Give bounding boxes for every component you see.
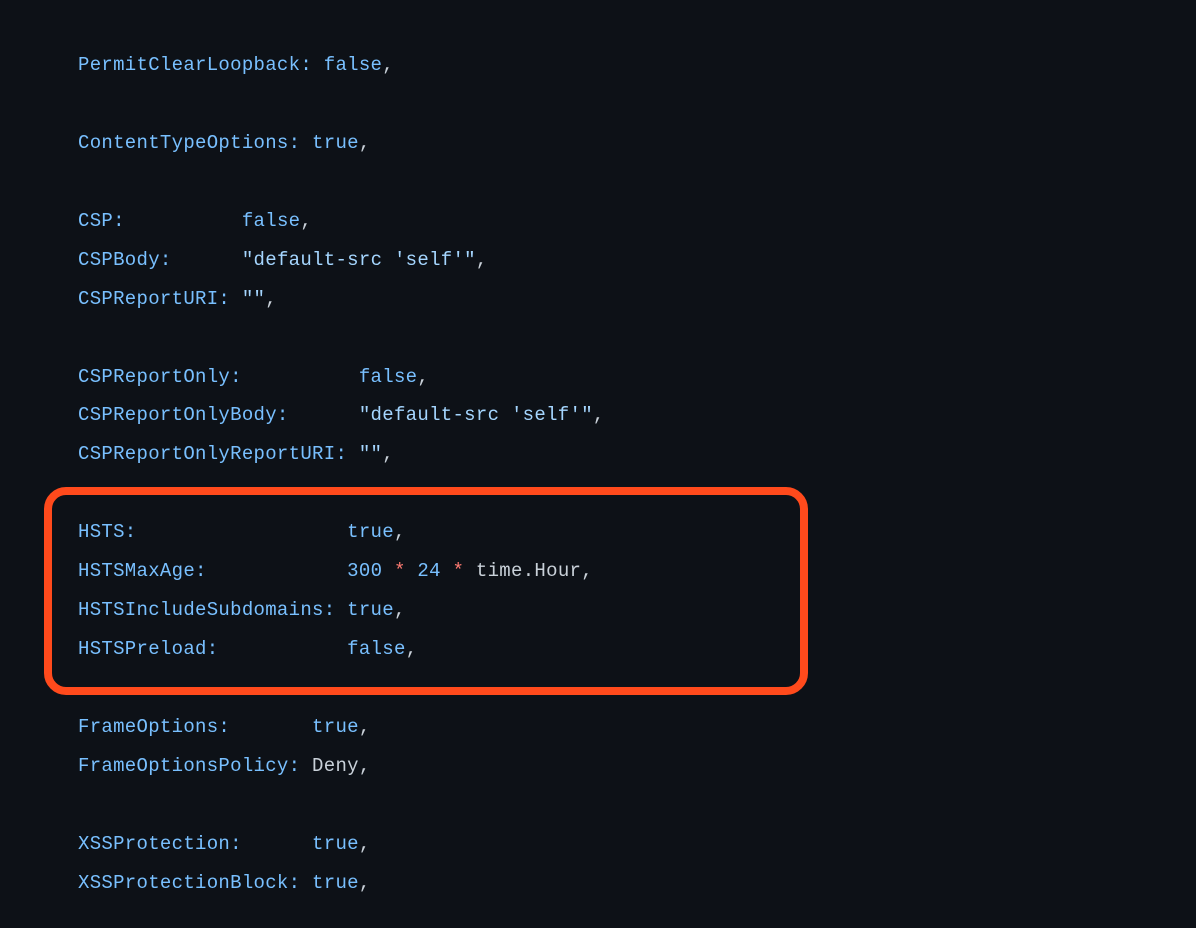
code-op: * — [441, 560, 476, 582]
code-pad — [289, 404, 359, 426]
code-value: false — [359, 366, 418, 388]
code-key: HSTS: — [78, 521, 137, 543]
code-end: , — [300, 210, 312, 232]
code-op: * — [382, 560, 417, 582]
code-end: , — [593, 404, 605, 426]
code-line: CSPReportURI: "", — [78, 280, 1196, 319]
code-end: , — [406, 638, 418, 660]
code-key: CSPReportOnlyBody: — [78, 404, 289, 426]
code-value: true — [312, 872, 359, 894]
code-end: , — [359, 872, 371, 894]
code-key: HSTSIncludeSubdomains: — [78, 599, 335, 621]
code-pad — [300, 872, 312, 894]
code-value: "default-src 'self'" — [242, 249, 476, 271]
code-pad — [300, 132, 312, 154]
code-line: HSTSIncludeSubdomains: true, — [78, 591, 1196, 630]
code-end: , — [359, 132, 371, 154]
code-pad — [335, 599, 347, 621]
code-pad — [137, 521, 348, 543]
code-key: CSPReportOnly: — [78, 366, 242, 388]
code-value: "default-src 'self'" — [359, 404, 593, 426]
code-end: , — [382, 443, 394, 465]
code-end: , — [417, 366, 429, 388]
code-value: true — [312, 833, 359, 855]
code-pad — [218, 638, 347, 660]
code-line: HSTSPreload: false, — [78, 630, 1196, 669]
code-line: CSPReportOnlyReportURI: "", — [78, 435, 1196, 474]
code-end: , — [265, 288, 277, 310]
code-key: CSPReportURI: — [78, 288, 230, 310]
code-value: true — [347, 599, 394, 621]
code-pad — [230, 288, 242, 310]
code-line-empty — [78, 669, 1196, 708]
code-line: CSP: false, — [78, 202, 1196, 241]
code-line-empty — [78, 85, 1196, 124]
code-line: HSTSMaxAge: 300 * 24 * time.Hour, — [78, 552, 1196, 591]
code-key: PermitClearLoopback: — [78, 54, 312, 76]
code-key: ContentTypeOptions: — [78, 132, 300, 154]
code-line: CSPReportOnly: false, — [78, 358, 1196, 397]
code-number: 24 — [417, 560, 440, 582]
code-pad — [230, 716, 312, 738]
code-pad — [312, 54, 324, 76]
code-end: , — [382, 54, 394, 76]
code-value: "" — [359, 443, 382, 465]
code-block: PermitClearLoopback: false, ContentTypeO… — [78, 46, 1196, 903]
code-value: true — [312, 132, 359, 154]
code-key: FrameOptions: — [78, 716, 230, 738]
code-key: XSSProtectionBlock: — [78, 872, 300, 894]
code-end: , — [476, 249, 488, 271]
code-line: XSSProtectionBlock: true, — [78, 864, 1196, 903]
code-value: true — [347, 521, 394, 543]
code-key: FrameOptionsPolicy: — [78, 755, 300, 777]
code-line: XSSProtection: true, — [78, 825, 1196, 864]
code-end: , — [359, 716, 371, 738]
code-rest: time.Hour, — [476, 560, 593, 582]
code-key: CSP: — [78, 210, 125, 232]
code-line: HSTS: true, — [78, 513, 1196, 552]
code-pad — [347, 443, 359, 465]
code-line: FrameOptions: true, — [78, 708, 1196, 747]
code-value: false — [242, 210, 301, 232]
code-key: HSTSPreload: — [78, 638, 218, 660]
code-line: CSPBody: "default-src 'self'", — [78, 241, 1196, 280]
code-value: Deny, — [312, 755, 371, 777]
code-end: , — [394, 599, 406, 621]
code-pad — [242, 833, 312, 855]
code-pad — [172, 249, 242, 271]
code-line-empty — [78, 163, 1196, 202]
code-number: 300 — [347, 560, 382, 582]
code-value: false — [324, 54, 383, 76]
code-line: CSPReportOnlyBody: "default-src 'self'", — [78, 396, 1196, 435]
code-key: XSSProtection: — [78, 833, 242, 855]
code-key: CSPBody: — [78, 249, 172, 271]
code-end: , — [359, 833, 371, 855]
code-key: HSTSMaxAge: — [78, 560, 207, 582]
code-line-empty — [78, 319, 1196, 358]
code-end: , — [394, 521, 406, 543]
code-key: CSPReportOnlyReportURI: — [78, 443, 347, 465]
code-line: PermitClearLoopback: false, — [78, 46, 1196, 85]
code-value: false — [347, 638, 406, 660]
code-value: true — [312, 716, 359, 738]
code-pad — [125, 210, 242, 232]
code-pad — [242, 366, 359, 388]
code-line-empty — [78, 786, 1196, 825]
code-pad — [300, 755, 312, 777]
code-line: ContentTypeOptions: true, — [78, 124, 1196, 163]
code-value: "" — [242, 288, 265, 310]
code-line-empty — [78, 474, 1196, 513]
code-line: FrameOptionsPolicy: Deny, — [78, 747, 1196, 786]
code-pad — [207, 560, 347, 582]
